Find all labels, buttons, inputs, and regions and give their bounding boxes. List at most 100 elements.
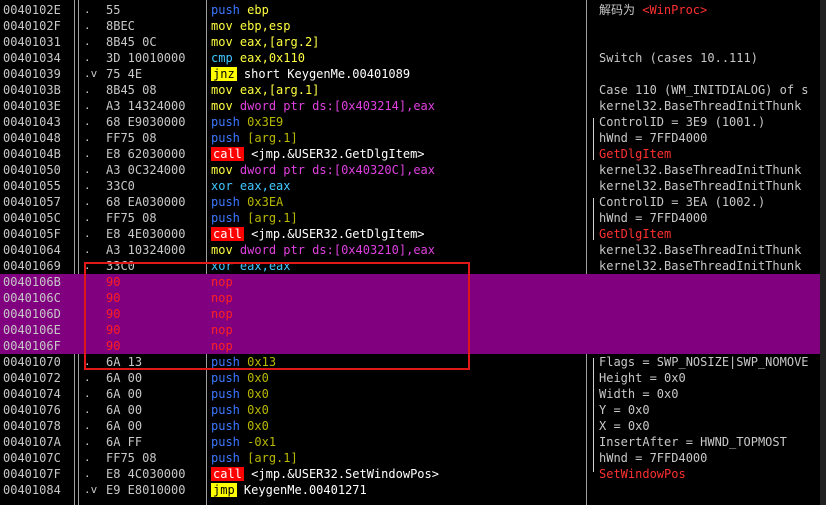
row-hex-bytes[interactable]: 6A 00 bbox=[106, 418, 206, 434]
code-row[interactable]: 0040103E. A3 14324000 mov dword ptr ds:[0x… bbox=[0, 98, 826, 114]
code-row[interactable]: 0040102E. 55 push ebp 解码为 <WinProc> bbox=[0, 2, 826, 18]
row-address[interactable]: 00401072 bbox=[3, 370, 73, 386]
row-hex-bytes[interactable]: A3 10324000 bbox=[106, 242, 206, 258]
row-address[interactable]: 00401031 bbox=[3, 34, 73, 50]
code-row[interactable]: 0040106F 90 nop bbox=[0, 338, 826, 354]
row-comment[interactable]: Width = 0x0 bbox=[599, 386, 826, 402]
row-hex-bytes[interactable]: 68 EA030000 bbox=[106, 194, 206, 210]
row-instruction[interactable]: push [arg.1] bbox=[211, 130, 585, 146]
row-hex-bytes[interactable]: 6A 13 bbox=[106, 354, 206, 370]
code-row[interactable]: 00401064. A3 10324000 mov dword ptr ds:[0x… bbox=[0, 242, 826, 258]
row-comment[interactable]: InsertAfter = HWND_TOPMOST bbox=[599, 434, 826, 450]
disassembly-pane[interactable]: 0040102E. 55 push ebp 解码为 <WinProc> 0040102F… bbox=[0, 0, 826, 505]
code-row[interactable]: 00401076. 6A 00 push 0x0 Y = 0x0 bbox=[0, 402, 826, 418]
code-row[interactable]: 00401057. 68 EA030000 push 0x3EA ControlID … bbox=[0, 194, 826, 210]
row-instruction[interactable]: push 0x0 bbox=[211, 418, 585, 434]
row-hex-bytes[interactable]: 8B45 08 bbox=[106, 82, 206, 98]
scrollbar[interactable] bbox=[820, 0, 826, 505]
code-row[interactable]: 0040106B 90 nop bbox=[0, 274, 826, 290]
code-row[interactable]: 0040105C. FF75 08 push [arg.1] hWnd = 7FFD4… bbox=[0, 210, 826, 226]
row-instruction[interactable]: push -0x1 bbox=[211, 434, 585, 450]
row-comment[interactable]: Switch (cases 10..111) bbox=[599, 50, 826, 66]
row-comment[interactable]: kernel32.BaseThreadInitThunk bbox=[599, 258, 826, 274]
row-hex-bytes[interactable]: 33C0 bbox=[106, 178, 206, 194]
code-row[interactable]: 0040107F. E8 4C030000 call <jmp.&USER32.Se… bbox=[0, 466, 826, 482]
row-instruction[interactable]: nop bbox=[211, 306, 585, 322]
row-comment[interactable]: kernel32.BaseThreadInitThunk bbox=[599, 98, 826, 114]
row-address[interactable]: 0040102E bbox=[3, 2, 73, 18]
code-row[interactable]: 00401048. FF75 08 push [arg.1] hWnd = 7FFD4… bbox=[0, 130, 826, 146]
row-hex-bytes[interactable]: 68 E9030000 bbox=[106, 114, 206, 130]
code-row[interactable]: 0040106E 90 nop bbox=[0, 322, 826, 338]
row-hex-bytes[interactable]: 55 bbox=[106, 2, 206, 18]
row-comment[interactable]: kernel32.BaseThreadInitThunk bbox=[599, 178, 826, 194]
row-hex-bytes[interactable]: E8 62030000 bbox=[106, 146, 206, 162]
row-instruction[interactable]: push 0x0 bbox=[211, 386, 585, 402]
code-row[interactable]: 00401050. A3 0C324000 mov dword ptr ds:[0x… bbox=[0, 162, 826, 178]
row-address[interactable]: 0040104B bbox=[3, 146, 73, 162]
row-instruction[interactable]: nop bbox=[211, 338, 585, 354]
row-address[interactable]: 00401078 bbox=[3, 418, 73, 434]
code-row[interactable]: 0040107C. FF75 08 push [arg.1] hWnd = 7FFD4… bbox=[0, 450, 826, 466]
row-hex-bytes[interactable]: 6A 00 bbox=[106, 402, 206, 418]
row-comment[interactable]: SetWindowPos bbox=[599, 466, 826, 482]
row-hex-bytes[interactable]: 33C0 bbox=[106, 258, 206, 274]
code-row[interactable]: 00401034. 3D 10010000 cmp eax,0x110 Switch … bbox=[0, 50, 826, 66]
row-address[interactable]: 00401076 bbox=[3, 402, 73, 418]
row-instruction[interactable]: push 0x3E9 bbox=[211, 114, 585, 130]
code-row[interactable]: 0040104B. E8 62030000 call <jmp.&USER32.Ge… bbox=[0, 146, 826, 162]
row-hex-bytes[interactable]: 6A 00 bbox=[106, 386, 206, 402]
row-instruction[interactable]: push ebp bbox=[211, 2, 585, 18]
row-address[interactable]: 0040106F bbox=[3, 338, 73, 354]
row-address[interactable]: 00401069 bbox=[3, 258, 73, 274]
row-comment[interactable]: hWnd = 7FFD4000 bbox=[599, 210, 826, 226]
row-address[interactable]: 00401074 bbox=[3, 386, 73, 402]
row-instruction[interactable]: call <jmp.&USER32.GetDlgItem> bbox=[211, 146, 585, 162]
row-instruction[interactable]: push [arg.1] bbox=[211, 450, 585, 466]
code-row[interactable]: 00401055. 33C0 xor eax,eax kernel32.BaseThr… bbox=[0, 178, 826, 194]
row-hex-bytes[interactable]: 3D 10010000 bbox=[106, 50, 206, 66]
row-instruction[interactable]: mov dword ptr ds:[0x40320C],eax bbox=[211, 162, 585, 178]
row-hex-bytes[interactable]: 90 bbox=[106, 290, 206, 306]
row-comment[interactable]: hWnd = 7FFD4000 bbox=[599, 450, 826, 466]
row-comment[interactable]: GetDlgItem bbox=[599, 146, 826, 162]
row-address[interactable]: 00401039 bbox=[3, 66, 73, 82]
row-instruction[interactable]: xor eax,eax bbox=[211, 258, 585, 274]
code-row[interactable]: 0040102F. 8BEC mov ebp,esp bbox=[0, 18, 826, 34]
row-hex-bytes[interactable]: 90 bbox=[106, 306, 206, 322]
row-comment[interactable]: Y = 0x0 bbox=[599, 402, 826, 418]
code-row[interactable]: 00401074. 6A 00 push 0x0 Width = 0x0 bbox=[0, 386, 826, 402]
row-hex-bytes[interactable]: A3 14324000 bbox=[106, 98, 206, 114]
row-instruction[interactable]: push 0x13 bbox=[211, 354, 585, 370]
row-hex-bytes[interactable]: E8 4C030000 bbox=[106, 466, 206, 482]
row-hex-bytes[interactable]: 90 bbox=[106, 338, 206, 354]
row-address[interactable]: 0040106D bbox=[3, 306, 73, 322]
code-row[interactable]: 00401072. 6A 00 push 0x0 Height = 0x0 bbox=[0, 370, 826, 386]
code-row[interactable]: 00401078. 6A 00 push 0x0 X = 0x0 bbox=[0, 418, 826, 434]
row-address[interactable]: 00401055 bbox=[3, 178, 73, 194]
row-comment[interactable]: kernel32.BaseThreadInitThunk bbox=[599, 162, 826, 178]
row-hex-bytes[interactable]: FF75 08 bbox=[106, 450, 206, 466]
row-hex-bytes[interactable]: E9 E8010000 bbox=[106, 482, 206, 498]
row-address[interactable]: 00401048 bbox=[3, 130, 73, 146]
row-comment[interactable]: kernel32.BaseThreadInitThunk bbox=[599, 242, 826, 258]
row-comment[interactable]: X = 0x0 bbox=[599, 418, 826, 434]
row-instruction[interactable]: push [arg.1] bbox=[211, 210, 585, 226]
row-address[interactable]: 0040107C bbox=[3, 450, 73, 466]
row-instruction[interactable]: jnz short KeygenMe.00401089 bbox=[211, 66, 585, 82]
row-comment[interactable]: GetDlgItem bbox=[599, 226, 826, 242]
code-row[interactable]: 00401070. 6A 13 push 0x13 Flags = SWP_NOSIZ… bbox=[0, 354, 826, 370]
row-address[interactable]: 00401057 bbox=[3, 194, 73, 210]
row-address[interactable]: 0040106B bbox=[3, 274, 73, 290]
row-comment[interactable]: ControlID = 3E9 (1001.) bbox=[599, 114, 826, 130]
row-hex-bytes[interactable]: 8B45 0C bbox=[106, 34, 206, 50]
code-row[interactable]: 00401043. 68 E9030000 push 0x3E9 ControlID … bbox=[0, 114, 826, 130]
code-row[interactable]: 0040107A. 6A FF push -0x1 InsertAfter = HWN… bbox=[0, 434, 826, 450]
code-row[interactable]: 0040105F. E8 4E030000 call <jmp.&USER32.Ge… bbox=[0, 226, 826, 242]
row-hex-bytes[interactable]: E8 4E030000 bbox=[106, 226, 206, 242]
row-hex-bytes[interactable]: 6A FF bbox=[106, 434, 206, 450]
row-instruction[interactable]: cmp eax,0x110 bbox=[211, 50, 585, 66]
row-instruction[interactable]: xor eax,eax bbox=[211, 178, 585, 194]
row-address[interactable]: 0040106C bbox=[3, 290, 73, 306]
row-comment[interactable]: Height = 0x0 bbox=[599, 370, 826, 386]
